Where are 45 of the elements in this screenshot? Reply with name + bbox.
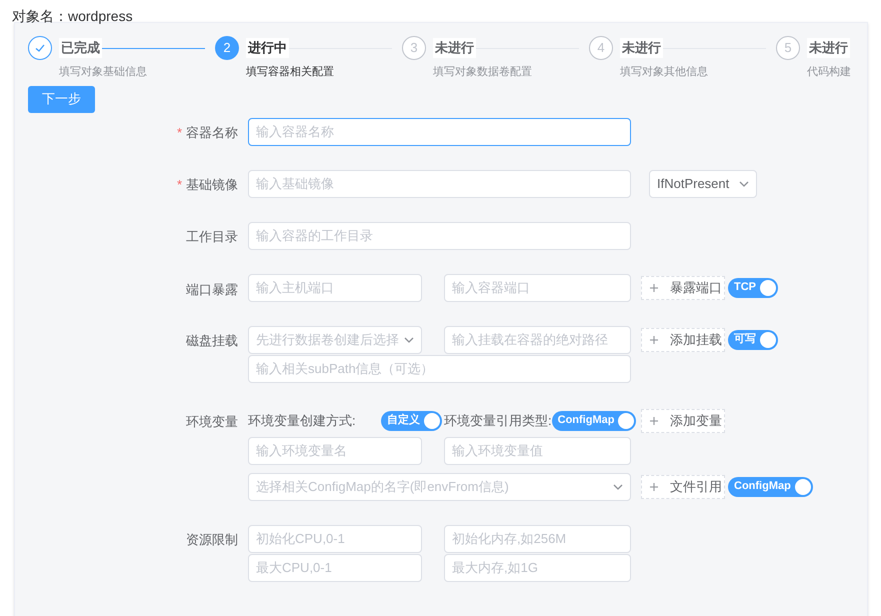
plus-icon	[650, 416, 658, 424]
required-asterisk: *	[176, 176, 182, 194]
step-description: 代码构建	[807, 65, 851, 80]
toggle-switch[interactable]: 自定义	[381, 410, 442, 430]
step-title: 未进行	[807, 38, 850, 58]
required-asterisk: *	[176, 124, 182, 142]
step-description: 填写对象基础信息	[59, 65, 148, 80]
step-title: 进行中	[246, 38, 289, 58]
add-button[interactable]: 暴露端口	[641, 276, 725, 300]
select-field[interactable]: 选择相关ConfigMap的名字(即envFrom信息)	[248, 472, 631, 500]
object-name-value: wordpress	[68, 7, 133, 22]
plus-icon	[650, 284, 658, 292]
toggle-switch[interactable]: 可写	[728, 330, 778, 350]
toggle-switch[interactable]: ConfigMap	[552, 410, 636, 430]
toggle-switch[interactable]: TCP	[728, 278, 778, 298]
next-button[interactable]: 下一步	[28, 86, 95, 112]
add-button[interactable]: 文件引用	[641, 474, 725, 498]
check-icon	[34, 42, 46, 54]
step-title: 未进行	[620, 38, 663, 58]
object-name-label: 对象名：	[12, 7, 68, 22]
chevron-down-icon	[404, 336, 414, 342]
chevron-down-icon	[739, 180, 749, 186]
chevron-down-icon	[613, 484, 623, 490]
add-button[interactable]: 添加挂载	[641, 328, 725, 352]
field-label: 环境变量	[186, 412, 238, 430]
input-field[interactable]: 输入容器名称	[248, 118, 631, 146]
toggle-switch[interactable]: ConfigMap	[728, 476, 813, 496]
step-title: 已完成	[59, 38, 102, 58]
step-title: 未进行	[433, 38, 476, 58]
field-label: 端口暴露	[186, 281, 238, 300]
field-label: 基础镜像	[186, 176, 238, 194]
field-label: 环境变量创建方式:	[248, 412, 356, 430]
plus-icon	[650, 482, 658, 490]
plus-icon	[650, 336, 658, 344]
select-field[interactable]: IfNotPresent	[649, 170, 757, 198]
select-field[interactable]: 先进行数据卷创建后选择	[248, 326, 422, 354]
field-label: 磁盘挂载	[186, 332, 238, 350]
step-description: 填写对象数据卷配置	[433, 65, 533, 80]
step-description: 填写容器相关配置	[246, 64, 335, 80]
field-label: 环境变量引用类型:	[444, 412, 552, 430]
field-label: 容器名称	[186, 124, 238, 142]
add-button[interactable]: 添加变量	[641, 408, 725, 432]
field-label: 工作目录	[186, 228, 238, 246]
field-label: 资源限制	[186, 530, 238, 548]
step-description: 填写对象其他信息	[620, 65, 709, 80]
